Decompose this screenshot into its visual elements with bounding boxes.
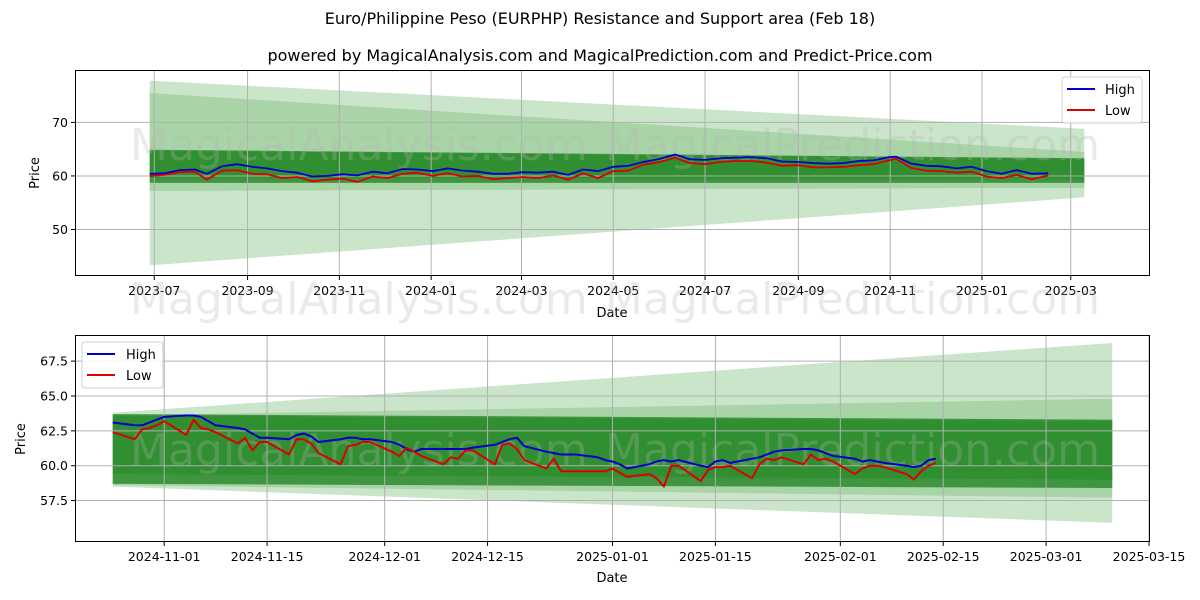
bottom-ytick-label: 57.5 (40, 493, 68, 508)
watermark-prediction: MagicalPrediction.com (605, 120, 1100, 171)
bottom-legend-low-label: Low (126, 369, 152, 384)
top-ylabel: Price (28, 157, 43, 189)
watermark-prediction-2: MagicalPrediction.com (605, 274, 1100, 325)
top-ytick-label: 60 (52, 168, 68, 183)
bottom-ytick-label: 62.5 (40, 423, 68, 438)
bottom-xtick-label: 2025-01-15 (679, 549, 752, 564)
bottom-xtick-label: 2024-12-01 (348, 549, 421, 564)
bottom-ylabel: Price (14, 423, 29, 455)
bottom-xtick-label: 2024-12-15 (451, 549, 524, 564)
bottom-ytick-label: 67.5 (40, 354, 68, 369)
top-bands (149, 80, 1085, 266)
watermark-analysis-2: MagicalAnalysis.com (130, 274, 588, 325)
bottom-legend-high-label: High (126, 348, 156, 363)
watermark-prediction-3: MagicalPrediction.com (605, 425, 1100, 476)
bottom-xtick-label: 2025-03-01 (1010, 549, 1083, 564)
top-ytick-label: 70 (52, 115, 68, 130)
watermark-analysis: MagicalAnalysis.com (130, 120, 588, 171)
bottom-xtick-label: 2024-11-01 (128, 549, 201, 564)
bottom-xtick-label: 2025-02-15 (907, 549, 980, 564)
bottom-ytick-label: 60.0 (40, 458, 68, 473)
bottom-ytick-label: 65.0 (40, 388, 68, 403)
top-legend-low-label: Low (1105, 104, 1131, 119)
chart-canvas: MagicalAnalysis.com MagicalPrediction.co… (14, 70, 1186, 586)
top-legend: High Low (1061, 76, 1143, 124)
bottom-chart-panel: MagicalAnalysis.com MagicalPrediction.co… (14, 335, 1186, 586)
top-legend-high-label: High (1105, 83, 1135, 98)
bottom-xtick-label: 2025-01-01 (576, 549, 649, 564)
bottom-xtick-label: 2024-11-15 (231, 549, 304, 564)
bottom-xtick-label: 2025-02-01 (804, 549, 877, 564)
bottom-legend: High Low (81, 341, 164, 389)
bottom-xtick-label: 2025-03-15 (1113, 549, 1186, 564)
bottom-xlabel: Date (596, 571, 627, 586)
top-chart-panel: MagicalAnalysis.com MagicalPrediction.co… (28, 70, 1150, 325)
top-ytick-label: 50 (52, 222, 68, 237)
